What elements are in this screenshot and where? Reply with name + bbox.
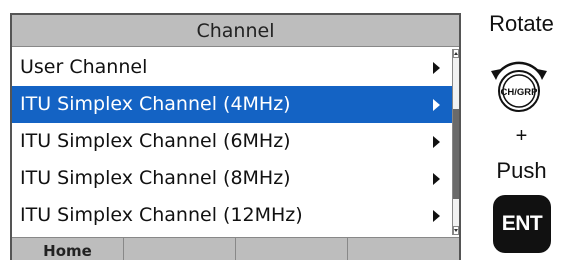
chevron-right-icon (433, 99, 440, 111)
softkey-4[interactable] (348, 238, 459, 260)
menu-item-itu-4mhz[interactable]: ITU Simplex Channel (4MHz) (12, 86, 452, 123)
ent-key-icon[interactable]: ENT (493, 195, 551, 253)
chevron-right-icon (433, 173, 440, 185)
rotate-label: Rotate (489, 11, 554, 36)
screen-title: Channel (12, 15, 459, 47)
menu-item-itu-8mhz[interactable]: ITU Simplex Channel (8MHz) (12, 160, 452, 197)
chevron-right-icon (433, 62, 440, 74)
scrollbar-thumb[interactable] (453, 109, 459, 199)
menu-item-label: ITU Simplex Channel (4MHz) (20, 93, 291, 115)
knob-label: CH/GRP (501, 87, 539, 98)
plus-label: + (515, 125, 528, 147)
chevron-right-icon (433, 136, 440, 148)
softkey-bar: Home (12, 237, 459, 260)
operation-instructions: Rotate CH/GRP + Push ENT (470, 0, 573, 260)
softkey-2[interactable] (124, 238, 236, 260)
menu-item-label: ITU Simplex Channel (12MHz) (20, 204, 303, 226)
menu-item-user-channel[interactable]: User Channel (12, 49, 452, 86)
push-label: Push (496, 158, 547, 183)
scroll-up-icon[interactable] (453, 49, 459, 58)
menu-item-label: ITU Simplex Channel (8MHz) (20, 167, 291, 189)
scroll-down-icon[interactable] (453, 226, 459, 235)
menu-item-label: ITU Simplex Channel (6MHz) (20, 130, 291, 152)
chevron-right-icon (433, 210, 440, 222)
softkey-home[interactable]: Home (12, 238, 124, 260)
softkey-3[interactable] (236, 238, 348, 260)
radio-display: Channel User Channel ITU Simplex Channel… (10, 13, 461, 260)
scrollbar[interactable] (452, 49, 459, 235)
menu-item-label: User Channel (20, 56, 148, 78)
menu-item-itu-6mhz[interactable]: ITU Simplex Channel (6MHz) (12, 123, 452, 160)
channel-menu-list: User Channel ITU Simplex Channel (4MHz) … (12, 49, 452, 234)
menu-item-itu-12mhz[interactable]: ITU Simplex Channel (12MHz) (12, 197, 452, 234)
ch-grp-knob-icon[interactable]: CH/GRP (487, 53, 551, 117)
